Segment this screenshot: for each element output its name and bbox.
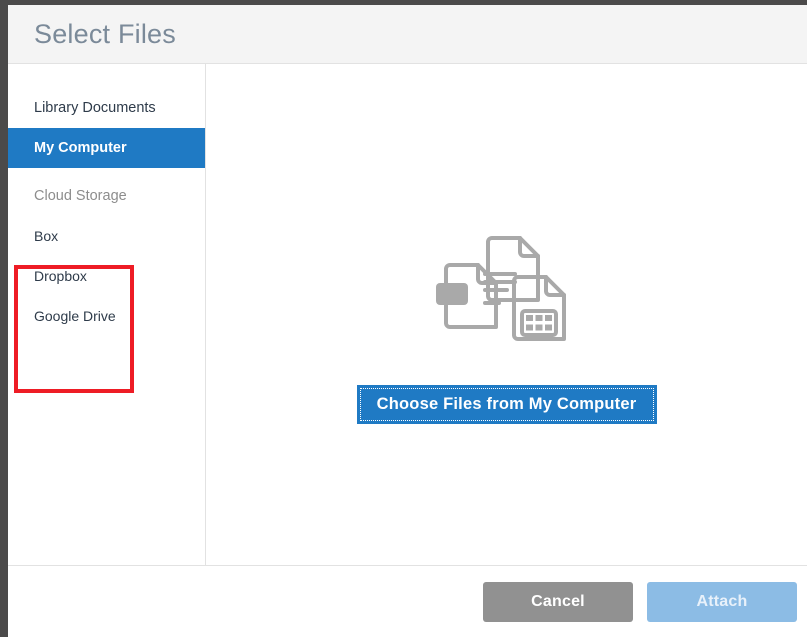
- select-files-dialog: Select Files Library Documents My Comput…: [8, 5, 807, 637]
- dialog-footer: Cancel Attach: [8, 566, 807, 637]
- dialog-header: Select Files: [8, 5, 807, 64]
- sidebar-item-label: My Computer: [34, 140, 127, 156]
- sidebar-item-label: Box: [34, 228, 59, 244]
- choose-files-button-label: Choose Files from My Computer: [376, 395, 637, 413]
- cancel-button-label: Cancel: [531, 592, 585, 610]
- choose-files-from-my-computer-button[interactable]: Choose Files from My Computer: [356, 385, 657, 424]
- sidebar-item-dropbox[interactable]: Dropbox: [8, 256, 205, 296]
- table-grid-glyph: [519, 309, 558, 337]
- cancel-button[interactable]: Cancel: [483, 581, 633, 622]
- sidebar-item-my-computer[interactable]: My Computer: [8, 128, 205, 168]
- dialog-body: Library Documents My Computer Cloud Stor…: [8, 64, 807, 566]
- attach-button[interactable]: Attach: [647, 581, 797, 622]
- sidebar-section-cloud-storage: Cloud Storage: [8, 176, 205, 216]
- documents-illustration-icon: [435, 236, 566, 341]
- sidebar-item-box[interactable]: Box: [8, 216, 205, 256]
- page-title: Select Files: [34, 18, 176, 49]
- sidebar-item-label: Dropbox: [34, 268, 87, 284]
- sidebar-item-label: Google Drive: [34, 308, 116, 324]
- sidebar-item-library-documents[interactable]: Library Documents: [8, 88, 205, 128]
- sidebar: Library Documents My Computer Cloud Stor…: [8, 64, 206, 565]
- sidebar-section-label: Cloud Storage: [34, 188, 127, 204]
- sidebar-item-google-drive[interactable]: Google Drive: [8, 296, 205, 336]
- main-content: Choose Files from My Computer: [206, 64, 807, 565]
- sidebar-item-label: Library Documents: [34, 100, 156, 116]
- attach-button-label: Attach: [696, 592, 748, 610]
